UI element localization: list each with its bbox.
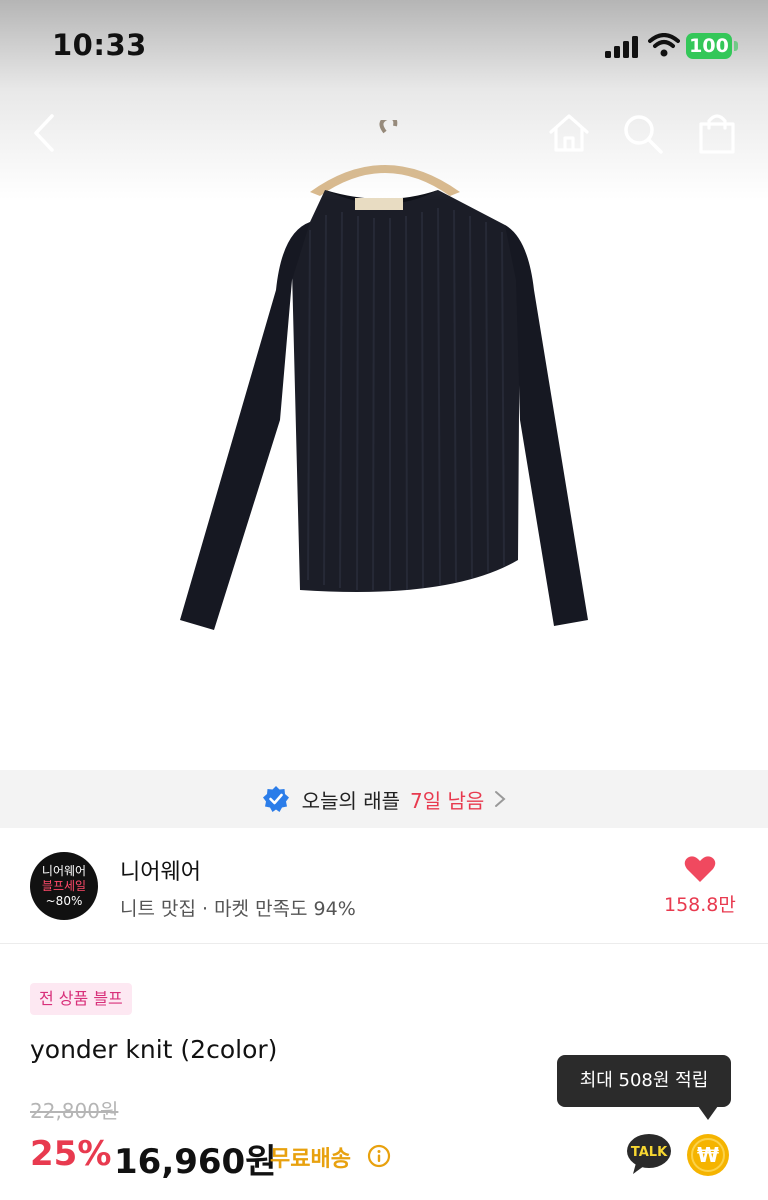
- discount-rate: 25%: [30, 1134, 112, 1174]
- wifi-icon: [648, 33, 680, 57]
- chevron-right-icon: [495, 791, 506, 807]
- svg-text:₩: ₩: [697, 1143, 719, 1167]
- shopping-bag-icon[interactable]: [694, 110, 740, 156]
- heart-icon[interactable]: [684, 855, 716, 883]
- kakao-talk-icon[interactable]: TALK: [624, 1132, 674, 1176]
- status-bar: 10:33 100: [0, 0, 768, 90]
- points-tooltip: 최대 508원 적립: [557, 1055, 731, 1107]
- original-price: 22,800원: [30, 1099, 119, 1123]
- free-shipping-label: 무료배송: [270, 1147, 351, 1172]
- store-logo-percent: ~80%: [45, 893, 83, 908]
- search-icon[interactable]: [619, 110, 665, 156]
- raffle-days-left: 7일 남음: [410, 788, 485, 813]
- point-coin-icon[interactable]: ₩: [686, 1133, 730, 1177]
- back-icon[interactable]: [22, 110, 68, 156]
- battery-level: 100: [686, 33, 732, 59]
- store-name[interactable]: 니어웨어: [120, 854, 201, 886]
- store-info-row: 니어웨어 블프세일 ~80% 니어웨어 니트 맛집 · 마켓 만족도 94% 1…: [0, 828, 768, 944]
- home-icon[interactable]: [546, 110, 592, 156]
- sale-price: 16,960원: [114, 1142, 277, 1182]
- verified-badge-icon: [262, 786, 289, 812]
- status-time: 10:33: [52, 28, 147, 62]
- svg-text:TALK: TALK: [631, 1145, 668, 1160]
- product-title: yonder knit (2color): [30, 1035, 278, 1064]
- store-logo-name: 니어웨어: [41, 863, 87, 878]
- cellular-signal-icon: [605, 36, 638, 58]
- raffle-banner[interactable]: 오늘의 래플 7일 남음: [0, 770, 768, 828]
- store-description: 니트 맛집 · 마켓 만족도 94%: [120, 898, 356, 920]
- store-logo-sale: 블프세일: [41, 878, 87, 893]
- sale-badge: 전 상품 블프: [30, 983, 132, 1015]
- store-logo[interactable]: 니어웨어 블프세일 ~80%: [30, 852, 98, 920]
- like-count: 158.8만: [664, 894, 736, 916]
- battery-indicator: 100: [686, 33, 738, 59]
- info-icon[interactable]: [367, 1144, 391, 1168]
- raffle-label: 오늘의 래플: [301, 788, 401, 813]
- battery-tip: [734, 41, 738, 51]
- tooltip-arrow: [698, 1106, 718, 1120]
